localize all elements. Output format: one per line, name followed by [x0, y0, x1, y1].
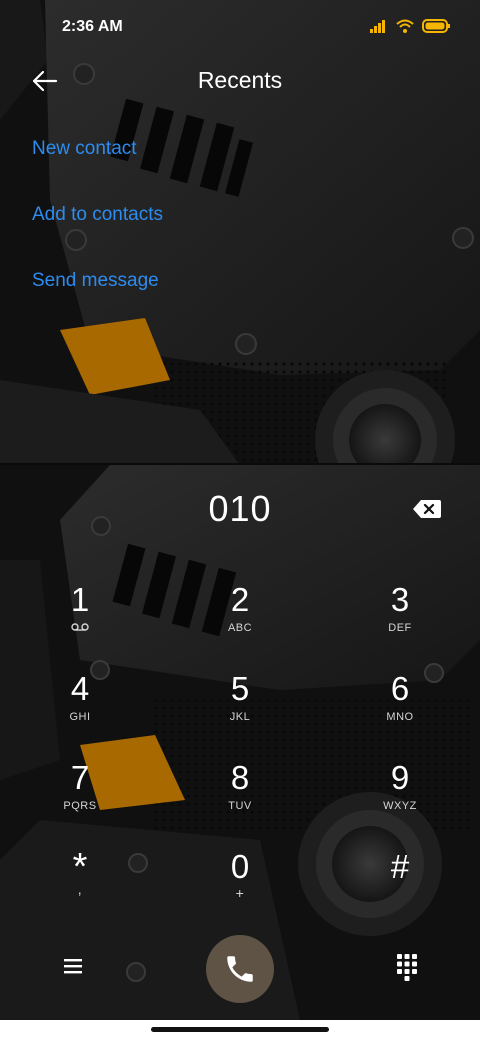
menu-icon	[64, 959, 82, 974]
backspace-icon	[413, 500, 441, 518]
dialpad-toggle-button[interactable]	[396, 953, 418, 981]
add-to-contacts-link[interactable]: Add to contacts	[32, 198, 163, 264]
new-contact-link[interactable]: New contact	[32, 132, 163, 198]
page-title: Recents	[197, 67, 283, 93]
key-5[interactable]: 5 JKL	[180, 669, 300, 745]
dialed-number-row: 010	[0, 486, 480, 538]
key-digit: 9	[390, 759, 410, 796]
key-letters: JKL	[229, 711, 251, 723]
status-time: 2:36 AM	[62, 18, 123, 35]
key-hash[interactable]: #	[340, 847, 460, 923]
key-4[interactable]: 4 GHI	[20, 669, 140, 745]
battery-icon	[422, 19, 450, 33]
voicemail-icon	[71, 623, 89, 631]
dialed-number: 010	[208, 488, 272, 529]
send-message-link[interactable]: Send message	[32, 264, 163, 330]
system-nav-bar	[0, 1020, 480, 1040]
header: Recents	[0, 56, 480, 108]
key-letters: GHI	[69, 711, 91, 723]
call-button[interactable]	[206, 935, 274, 1003]
key-letters: MNO	[386, 711, 414, 723]
key-star[interactable]: * ,	[20, 847, 140, 923]
key-letters: TUV	[228, 800, 252, 812]
status-bar: 2:36 AM	[0, 0, 480, 52]
key-2[interactable]: 2 ABC	[180, 580, 300, 656]
recents-actions: New contact Add to contacts Send message	[32, 132, 163, 330]
key-digit: #	[390, 848, 410, 885]
signal-icon	[370, 20, 385, 33]
key-9[interactable]: 9 WXYZ	[340, 758, 460, 834]
key-digit: 7	[70, 759, 90, 796]
dialer-bottom-bar	[0, 935, 480, 1005]
key-8[interactable]: 8 TUV	[180, 758, 300, 834]
key-digit: 4	[70, 670, 90, 707]
key-1[interactable]: 1	[20, 580, 140, 656]
home-indicator[interactable]	[151, 1027, 329, 1032]
wifi-icon	[396, 19, 414, 33]
status-icons	[370, 19, 450, 33]
phone-icon	[227, 956, 253, 982]
key-6[interactable]: 6 MNO	[340, 669, 460, 745]
backspace-button[interactable]	[412, 498, 442, 520]
key-letters: DEF	[388, 622, 412, 634]
key-digit: 3	[390, 581, 410, 618]
key-letters: WXYZ	[383, 800, 417, 812]
key-0[interactable]: 0 +	[180, 847, 300, 923]
key-digit: 0	[230, 848, 250, 885]
key-digit: 2	[230, 581, 250, 618]
dialpad-icon	[397, 954, 417, 981]
key-3[interactable]: 3 DEF	[340, 580, 460, 656]
key-digit: 8	[230, 759, 250, 796]
key-letters: PQRS	[63, 800, 97, 812]
key-7[interactable]: 7 PQRS	[20, 758, 140, 834]
key-digit: 6	[390, 670, 410, 707]
key-digit: 1	[70, 581, 90, 618]
key-letters: ,	[77, 881, 83, 897]
key-letters: ABC	[227, 622, 253, 634]
menu-button[interactable]	[62, 956, 86, 976]
key-digit: 5	[230, 670, 250, 707]
key-letters: +	[235, 885, 245, 901]
